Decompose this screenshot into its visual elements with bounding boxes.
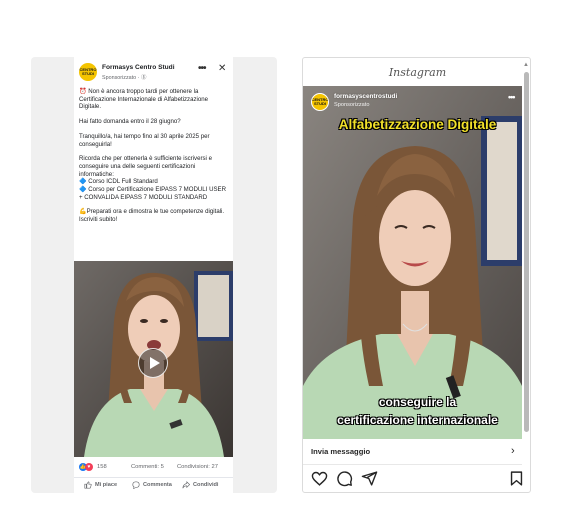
sponsored-label: Sponsorizzato · ⓖ [102,75,147,81]
post-actions: Mi piace Commenta Condividi [74,477,233,491]
page-name[interactable]: Formasys Centro Studi [102,64,175,71]
instagram-action-bar [303,470,525,490]
page-avatar[interactable]: CENTRO STUDI [79,63,97,81]
post-text: ⏰ Non è ancora troppo tardi per ottenere… [79,88,231,231]
sponsored-label: Sponsorizzato [334,102,370,108]
heart-icon[interactable] [311,470,328,487]
video-caption-line1: conseguire la [378,395,457,409]
close-icon[interactable]: ✕ [218,63,226,74]
share-icon [182,481,190,489]
post-line: Tranquillo/a, hai tempo fino al 30 april… [79,132,210,148]
facebook-post-header: CENTRO STUDI Formasys Centro Studi Spons… [74,57,233,87]
instagram-video[interactable]: CENTRO STUDI formasyscentrostudi Sponsor… [303,86,522,439]
like-label: Mi piace [95,482,118,488]
more-horizontal-icon[interactable]: ••• [198,63,206,74]
post-bullet: 🔷 Corso ICDL Full Standard [79,178,158,186]
post-line: Ricorda che per ottenerla è sufficiente … [79,155,212,178]
bookmark-icon[interactable] [508,470,525,487]
heart-reaction-icon: ♥ [85,463,93,471]
chevron-right-icon: › [511,445,515,457]
play-icon[interactable] [138,348,168,378]
like-button[interactable]: Mi piace [84,481,117,489]
video-frame-woman [303,86,522,439]
post-line: Hai fatto domanda entro il 28 giugno? [79,118,181,126]
comment-button[interactable]: Commenta [132,481,172,489]
comment-label: Commenta [143,482,172,488]
post-line: ⏰ Non è ancora troppo tardi per ottenere… [79,88,209,111]
logo-text: CENTRO STUDI [79,67,97,76]
account-avatar[interactable]: CENTRO STUDI [311,93,329,111]
send-icon[interactable] [361,470,378,487]
scroll-down-icon[interactable]: ▼ [523,492,529,493]
facebook-video[interactable] [74,261,233,457]
share-label: Condividi [193,482,219,488]
scroll-up-icon[interactable]: ▲ [523,62,529,68]
facebook-ad-preview: CENTRO STUDI Formasys Centro Studi Spons… [31,57,277,493]
comment-icon [132,481,140,489]
cta-label: Invia messaggio [311,447,371,456]
comments-count[interactable]: Commenti: 5 [131,464,164,470]
post-stats: 👍 ♥ 158 Commenti: 5 Condivisioni: 27 [74,462,233,474]
instagram-ad-preview: Instagram CENTRO STUDI formasyscentrostu… [302,57,531,493]
logo-text: CENTRO STUDI [311,97,329,106]
post-bullet: 🔷 Corso per Certificazione EIPASS 7 MODU… [79,186,226,201]
reactions-count: 158 [97,464,107,470]
facebook-post-card: CENTRO STUDI Formasys Centro Studi Spons… [74,57,233,493]
more-horizontal-icon[interactable]: ••• [508,92,516,102]
scrollbar-thumb[interactable] [524,72,529,432]
reactions[interactable]: 👍 ♥ 158 [79,463,107,471]
scrollbar[interactable]: ▲ ▼ [523,62,529,493]
instagram-logo: Instagram [388,66,447,79]
thumbs-up-icon [84,481,92,489]
shares-count[interactable]: Condivisioni: 27 [177,464,218,470]
comment-icon[interactable] [336,470,353,487]
account-username[interactable]: formasyscentrostudi [334,93,397,100]
video-caption-line2: certificazione internazionale [337,413,498,427]
share-button[interactable]: Condividi [182,481,218,489]
video-title-overlay: Alfabetizzazione Digitale [338,117,497,132]
post-line: 💪Preparati ora e dimostra le tue compete… [79,208,225,224]
send-message-cta[interactable]: Invia messaggio › [303,439,522,465]
